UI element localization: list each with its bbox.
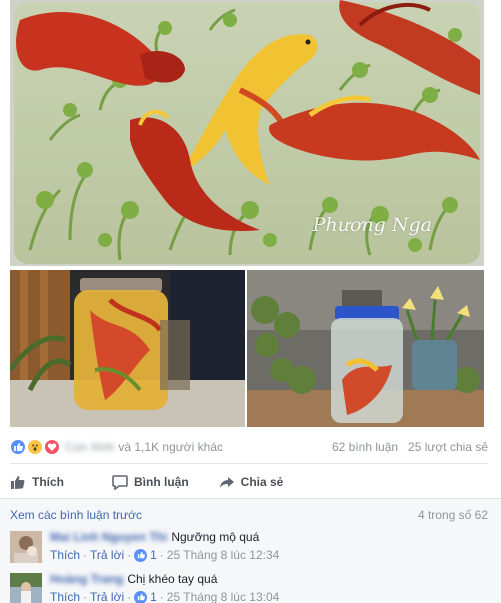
separator-dot: · xyxy=(127,548,132,562)
comment-author[interactable]: Hoàng Trang xyxy=(50,571,123,587)
comment-meta: Thích · Trả lời · 1 · 25 Tháng 8 lúc 12:… xyxy=(50,547,279,563)
share-button-label: Chia sẻ xyxy=(240,475,284,489)
comment-item: Hoàng Trang Chị khéo tay quá Thích · Trả… xyxy=(10,571,490,603)
thumbs-up-icon xyxy=(11,476,25,489)
shares-count-link[interactable]: 25 lượt chia sẻ xyxy=(408,440,488,454)
like-reaction-icon[interactable] xyxy=(10,439,26,455)
separator-dot: · xyxy=(159,548,164,562)
wow-reaction-icon[interactable] xyxy=(27,439,43,455)
avatar[interactable] xyxy=(10,531,42,563)
comments-header: Xem các bình luận trước 4 trong số 62 xyxy=(10,508,488,522)
comments-section: Xem các bình luận trước 4 trong số 62 Ma… xyxy=(0,498,501,603)
like-button-label: Thích xyxy=(32,475,64,489)
comment-body: Hoàng Trang Chị khéo tay quá Thích · Trả… xyxy=(50,571,279,603)
comment-timestamp[interactable]: 25 Tháng 8 lúc 12:34 xyxy=(167,547,280,563)
comment-reply-link[interactable]: Trả lời xyxy=(90,589,124,603)
divider xyxy=(10,463,488,464)
comment-icon xyxy=(112,475,128,490)
share-button[interactable]: Chia sẻ xyxy=(219,474,284,490)
comment-button-label: Bình luận xyxy=(134,475,189,489)
comment-like-count[interactable]: 1 xyxy=(150,547,157,563)
photo-jar-table[interactable] xyxy=(247,270,484,427)
comment-author[interactable]: Mai Linh Nguyen Thi xyxy=(50,529,167,545)
comment-like-link[interactable]: Thích xyxy=(50,589,80,603)
comments-count-link[interactable]: 62 bình luận xyxy=(332,440,398,454)
photo-watermark: Phương Nga xyxy=(312,214,432,236)
like-button[interactable]: Thích xyxy=(10,474,64,490)
photo-koi-jelly-cake[interactable]: Phương Nga xyxy=(10,0,484,266)
comment-timestamp[interactable]: 25 Tháng 8 lúc 13:04 xyxy=(167,589,280,603)
like-icon xyxy=(134,548,148,562)
post-action-bar: Thích Bình luận Chia sẻ xyxy=(10,468,488,496)
comments-count-label: 4 trong số 62 xyxy=(417,508,488,522)
like-icon xyxy=(134,590,148,603)
separator-dot: · xyxy=(159,590,164,603)
separator-dot: · xyxy=(83,548,88,562)
separator-dot: · xyxy=(83,590,88,603)
post-stats: Cún Xinh và 1,1K người khác 62 bình luận… xyxy=(10,436,488,458)
post-photos: Phương Nga xyxy=(0,0,501,431)
comment-reply-link[interactable]: Trả lời xyxy=(90,547,124,563)
comment-button[interactable]: Bình luận xyxy=(112,474,189,490)
view-previous-comments-link[interactable]: Xem các bình luận trước xyxy=(10,508,142,522)
comment-meta: Thích · Trả lời · 1 · 25 Tháng 8 lúc 13:… xyxy=(50,589,279,603)
comment-item: Mai Linh Nguyen Thi Ngưỡng mộ quá Thích … xyxy=(10,529,490,573)
avatar[interactable] xyxy=(10,573,42,603)
comment-like-count[interactable]: 1 xyxy=(150,589,157,603)
comment-like-link[interactable]: Thích xyxy=(50,547,80,563)
love-reaction-icon[interactable] xyxy=(44,439,60,455)
comment-text: Chị khéo tay quá xyxy=(127,572,218,586)
reactor-name[interactable]: Cún Xinh xyxy=(65,440,114,454)
share-arrow-icon xyxy=(219,477,234,488)
reactions-others-link[interactable]: và 1,1K người khác xyxy=(118,440,223,454)
separator-dot: · xyxy=(127,590,132,603)
comment-text: Ngưỡng mộ quá xyxy=(171,530,260,544)
comment-body: Mai Linh Nguyen Thi Ngưỡng mộ quá Thích … xyxy=(50,529,279,563)
photo-jar-closeup[interactable] xyxy=(10,270,245,427)
